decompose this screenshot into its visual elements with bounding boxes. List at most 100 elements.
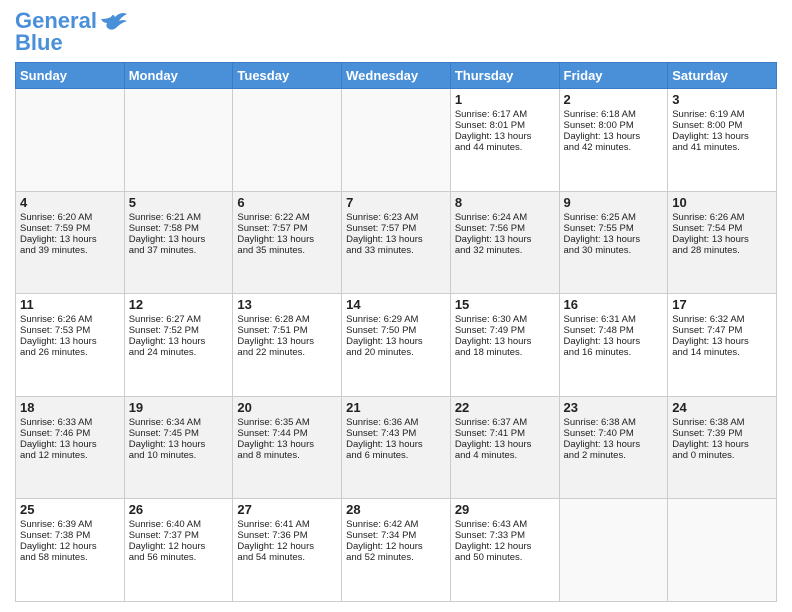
day-number: 2 xyxy=(564,92,664,107)
day-info-line: Sunrise: 6:20 AM xyxy=(20,212,92,223)
day-info-line: and 0 minutes. xyxy=(672,450,734,461)
day-info-line: Sunrise: 6:19 AM xyxy=(672,109,744,120)
day-number: 14 xyxy=(346,297,446,312)
day-number: 28 xyxy=(346,502,446,517)
calendar-table: Sunday Monday Tuesday Wednesday Thursday… xyxy=(15,62,777,602)
day-info-line: and 22 minutes. xyxy=(237,347,305,358)
table-row: 8Sunrise: 6:24 AMSunset: 7:56 PMDaylight… xyxy=(450,191,559,294)
day-number: 16 xyxy=(564,297,664,312)
day-info-line: Sunset: 7:43 PM xyxy=(346,428,416,439)
table-row: 29Sunrise: 6:43 AMSunset: 7:33 PMDayligh… xyxy=(450,499,559,602)
day-info-line: Daylight: 13 hours xyxy=(346,336,423,347)
day-info-line: Sunrise: 6:30 AM xyxy=(455,314,527,325)
day-info-line: Sunrise: 6:29 AM xyxy=(346,314,418,325)
day-info-line: Sunrise: 6:38 AM xyxy=(564,417,636,428)
day-number: 27 xyxy=(237,502,337,517)
day-number: 9 xyxy=(564,195,664,210)
day-number: 17 xyxy=(672,297,772,312)
day-info-line: Daylight: 13 hours xyxy=(455,234,532,245)
day-number: 15 xyxy=(455,297,555,312)
table-row: 28Sunrise: 6:42 AMSunset: 7:34 PMDayligh… xyxy=(342,499,451,602)
day-info-line: Sunset: 7:41 PM xyxy=(455,428,525,439)
table-row: 23Sunrise: 6:38 AMSunset: 7:40 PMDayligh… xyxy=(559,396,668,499)
table-row: 26Sunrise: 6:40 AMSunset: 7:37 PMDayligh… xyxy=(124,499,233,602)
day-info-line: Daylight: 13 hours xyxy=(237,234,314,245)
day-info-line: Sunset: 7:56 PM xyxy=(455,223,525,234)
table-row: 20Sunrise: 6:35 AMSunset: 7:44 PMDayligh… xyxy=(233,396,342,499)
table-row: 12Sunrise: 6:27 AMSunset: 7:52 PMDayligh… xyxy=(124,294,233,397)
day-info-line: and 44 minutes. xyxy=(455,142,523,153)
day-info-line: Sunrise: 6:42 AM xyxy=(346,519,418,530)
day-number: 21 xyxy=(346,400,446,415)
day-info-line: Sunset: 7:39 PM xyxy=(672,428,742,439)
col-monday: Monday xyxy=(124,63,233,89)
day-info-line: Sunset: 7:34 PM xyxy=(346,530,416,541)
day-info-line: Sunset: 7:36 PM xyxy=(237,530,307,541)
table-row: 4Sunrise: 6:20 AMSunset: 7:59 PMDaylight… xyxy=(16,191,125,294)
day-info-line: and 6 minutes. xyxy=(346,450,408,461)
day-info-line: Sunset: 7:45 PM xyxy=(129,428,199,439)
day-info-line: Daylight: 12 hours xyxy=(129,541,206,552)
col-friday: Friday xyxy=(559,63,668,89)
day-info-line: Sunset: 8:00 PM xyxy=(672,120,742,131)
day-info-line: Sunrise: 6:38 AM xyxy=(672,417,744,428)
day-info-line: Daylight: 13 hours xyxy=(237,439,314,450)
table-row: 1Sunrise: 6:17 AMSunset: 8:01 PMDaylight… xyxy=(450,89,559,192)
logo-blue: Blue xyxy=(15,30,63,55)
day-number: 13 xyxy=(237,297,337,312)
day-info-line: Sunrise: 6:17 AM xyxy=(455,109,527,120)
day-info-line: Sunset: 7:33 PM xyxy=(455,530,525,541)
day-info-line: Sunrise: 6:31 AM xyxy=(564,314,636,325)
table-row: 16Sunrise: 6:31 AMSunset: 7:48 PMDayligh… xyxy=(559,294,668,397)
day-info-line: Daylight: 13 hours xyxy=(237,336,314,347)
day-number: 10 xyxy=(672,195,772,210)
day-info-line: Daylight: 13 hours xyxy=(564,131,641,142)
day-number: 29 xyxy=(455,502,555,517)
day-info-line: Sunrise: 6:18 AM xyxy=(564,109,636,120)
day-info-line: Sunset: 7:40 PM xyxy=(564,428,634,439)
day-number: 1 xyxy=(455,92,555,107)
table-row: 9Sunrise: 6:25 AMSunset: 7:55 PMDaylight… xyxy=(559,191,668,294)
calendar-row: 11Sunrise: 6:26 AMSunset: 7:53 PMDayligh… xyxy=(16,294,777,397)
day-info-line: Sunset: 7:55 PM xyxy=(564,223,634,234)
day-info-line: Daylight: 12 hours xyxy=(20,541,97,552)
day-info-line: and 56 minutes. xyxy=(129,552,197,563)
day-info-line: Sunrise: 6:28 AM xyxy=(237,314,309,325)
table-row: 6Sunrise: 6:22 AMSunset: 7:57 PMDaylight… xyxy=(233,191,342,294)
day-info-line: Sunrise: 6:32 AM xyxy=(672,314,744,325)
table-row: 18Sunrise: 6:33 AMSunset: 7:46 PMDayligh… xyxy=(16,396,125,499)
header: General Blue xyxy=(15,10,777,54)
day-number: 11 xyxy=(20,297,120,312)
day-info-line: Sunset: 7:44 PM xyxy=(237,428,307,439)
day-number: 26 xyxy=(129,502,229,517)
day-info-line: and 32 minutes. xyxy=(455,245,523,256)
day-number: 4 xyxy=(20,195,120,210)
day-info-line: Sunrise: 6:36 AM xyxy=(346,417,418,428)
table-row xyxy=(342,89,451,192)
table-row: 24Sunrise: 6:38 AMSunset: 7:39 PMDayligh… xyxy=(668,396,777,499)
day-number: 5 xyxy=(129,195,229,210)
calendar-row: 4Sunrise: 6:20 AMSunset: 7:59 PMDaylight… xyxy=(16,191,777,294)
day-info-line: and 50 minutes. xyxy=(455,552,523,563)
day-info-line: Daylight: 13 hours xyxy=(455,336,532,347)
day-info-line: and 4 minutes. xyxy=(455,450,517,461)
day-info-line: and 24 minutes. xyxy=(129,347,197,358)
table-row: 13Sunrise: 6:28 AMSunset: 7:51 PMDayligh… xyxy=(233,294,342,397)
table-row xyxy=(124,89,233,192)
day-info-line: Sunrise: 6:27 AM xyxy=(129,314,201,325)
day-info-line: and 41 minutes. xyxy=(672,142,740,153)
day-info-line: Sunset: 7:46 PM xyxy=(20,428,90,439)
day-info-line: Sunrise: 6:43 AM xyxy=(455,519,527,530)
calendar-row: 25Sunrise: 6:39 AMSunset: 7:38 PMDayligh… xyxy=(16,499,777,602)
day-info-line: and 39 minutes. xyxy=(20,245,88,256)
day-info-line: and 10 minutes. xyxy=(129,450,197,461)
day-number: 19 xyxy=(129,400,229,415)
day-info-line: Sunrise: 6:40 AM xyxy=(129,519,201,530)
day-info-line: Sunset: 7:57 PM xyxy=(346,223,416,234)
day-info-line: and 12 minutes. xyxy=(20,450,88,461)
day-info-line: Daylight: 13 hours xyxy=(20,336,97,347)
table-row: 27Sunrise: 6:41 AMSunset: 7:36 PMDayligh… xyxy=(233,499,342,602)
day-info-line: Sunrise: 6:26 AM xyxy=(20,314,92,325)
day-info-line: Sunrise: 6:24 AM xyxy=(455,212,527,223)
day-info-line: Sunrise: 6:34 AM xyxy=(129,417,201,428)
